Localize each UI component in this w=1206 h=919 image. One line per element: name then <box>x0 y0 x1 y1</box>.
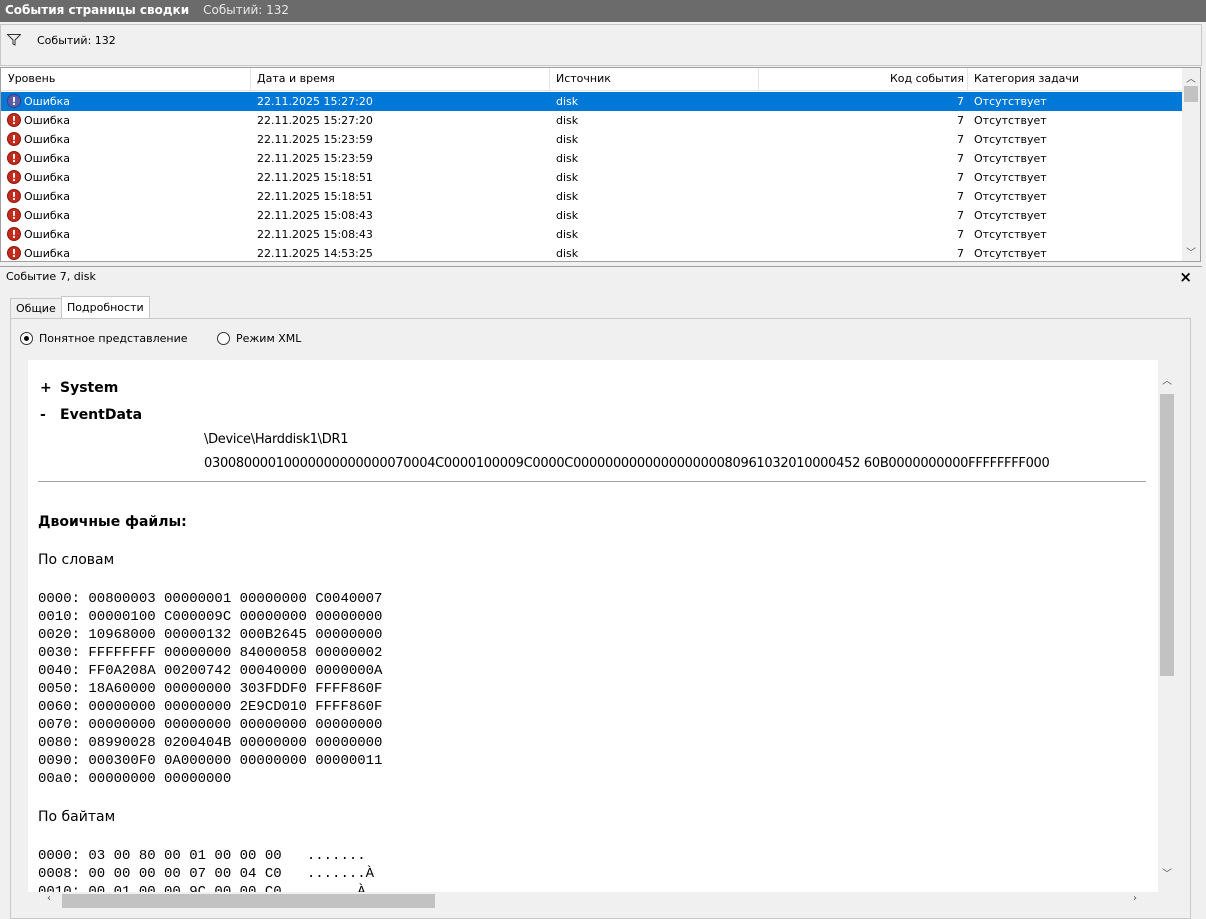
error-icon: ! <box>7 113 21 127</box>
cell-level: Ошибка <box>24 171 71 184</box>
table-row[interactable]: ! Ошибка 22.11.2025 15:27:20 disk 7 Отсу… <box>1 92 1182 111</box>
cell-date: 22.11.2025 15:18:51 <box>257 190 373 203</box>
bytes-dump: 0000: 03 00 80 00 01 00 00 00 ....... 00… <box>38 848 375 892</box>
error-icon: ! <box>7 189 21 203</box>
filter-icon[interactable] <box>7 34 21 46</box>
cell-date: 22.11.2025 14:53:25 <box>257 247 373 260</box>
events-table: Уровень Дата и время Источник Код событи… <box>0 67 1201 262</box>
cell-category: Отсутствует <box>974 133 1047 146</box>
cell-category: Отсутствует <box>974 152 1047 165</box>
cell-category: Отсутствует <box>974 171 1047 184</box>
table-header: Уровень Дата и время Источник Код событи… <box>1 68 1182 91</box>
error-icon: ! <box>7 170 21 184</box>
cell-date: 22.11.2025 15:08:43 <box>257 209 373 222</box>
cell-source: disk <box>556 114 579 127</box>
details-header: Событие 7, disk × <box>0 266 1202 288</box>
cell-level: Ошибка <box>24 95 71 108</box>
cell-date: 22.11.2025 15:27:20 <box>257 95 373 108</box>
details-vscrollbar[interactable]: ︿ ﹀ <box>1158 360 1176 892</box>
cell-source: disk <box>556 95 579 108</box>
eventdata-hex: 03008000010000000000000070004C0000100009… <box>204 456 1050 471</box>
by-bytes-label: По байтам <box>38 809 116 825</box>
table-row[interactable]: ! Ошибка 22.11.2025 15:27:20 disk 7 Отсу… <box>1 111 1182 130</box>
table-row[interactable]: ! Ошибка 22.11.2025 15:23:59 disk 7 Отсу… <box>1 130 1182 149</box>
title-bar: События страницы сводки Событий: 132 <box>0 0 1206 22</box>
error-icon: ! <box>7 227 21 241</box>
cell-code: 7 <box>957 209 964 222</box>
details-document: + System - EventData \Device\Harddisk1\DR1… <box>28 360 1158 892</box>
cell-source: disk <box>556 209 579 222</box>
table-row[interactable]: ! Ошибка 22.11.2025 15:18:51 disk 7 Отсу… <box>1 187 1182 206</box>
cell-source: disk <box>556 247 579 260</box>
node-eventdata[interactable]: - EventData <box>40 407 142 423</box>
cell-source: disk <box>556 152 579 165</box>
cell-code: 7 <box>957 114 964 127</box>
error-icon: ! <box>7 246 21 260</box>
tab-details[interactable]: Подробности <box>61 296 150 319</box>
cell-code: 7 <box>957 133 964 146</box>
cell-category: Отсутствует <box>974 209 1047 222</box>
cell-level: Ошибка <box>24 209 71 222</box>
cell-code: 7 <box>957 171 964 184</box>
col-date[interactable]: Дата и время <box>257 72 335 88</box>
cell-code: 7 <box>957 228 964 241</box>
error-icon: ! <box>7 208 21 222</box>
close-icon[interactable]: × <box>1179 268 1192 286</box>
binary-title: Двоичные файлы: <box>38 514 187 530</box>
cell-source: disk <box>556 133 579 146</box>
table-row[interactable]: ! Ошибка 22.11.2025 14:53:25 disk 7 Отсу… <box>1 244 1182 261</box>
cell-level: Ошибка <box>24 228 71 241</box>
title-name: События страницы сводки <box>5 3 190 17</box>
table-scrollbar[interactable]: ︿ ﹀ <box>1182 68 1200 261</box>
title-count: Событий: 132 <box>203 3 290 17</box>
cell-date: 22.11.2025 15:27:20 <box>257 114 373 127</box>
filter-bar: Событий: 132 <box>0 24 1202 66</box>
words-dump: 0000: 00800003 00000001 00000000 C004000… <box>38 591 383 787</box>
eventdata-device: \Device\Harddisk1\DR1 <box>204 432 349 447</box>
cell-date: 22.11.2025 15:18:51 <box>257 171 373 184</box>
error-icon: ! <box>7 94 21 108</box>
cell-source: disk <box>556 228 579 241</box>
cell-date: 22.11.2025 15:08:43 <box>257 228 373 241</box>
error-icon: ! <box>7 151 21 165</box>
details-title: Событие 7, disk <box>6 270 96 283</box>
radio-xml-view[interactable]: Режим XML <box>217 332 301 345</box>
cell-code: 7 <box>957 190 964 203</box>
error-icon: ! <box>7 132 21 146</box>
cell-date: 22.11.2025 15:23:59 <box>257 133 373 146</box>
cell-category: Отсутствует <box>974 228 1047 241</box>
cell-level: Ошибка <box>24 152 71 165</box>
cell-category: Отсутствует <box>974 95 1047 108</box>
table-row[interactable]: ! Ошибка 22.11.2025 15:08:43 disk 7 Отсу… <box>1 206 1182 225</box>
cell-code: 7 <box>957 95 964 108</box>
details-hscrollbar[interactable]: ‹ › <box>28 892 1158 910</box>
cell-category: Отсутствует <box>974 247 1047 260</box>
cell-category: Отсутствует <box>974 114 1047 127</box>
cell-code: 7 <box>957 152 964 165</box>
by-words-label: По словам <box>38 552 115 568</box>
col-source[interactable]: Источник <box>556 72 611 88</box>
col-code[interactable]: Код события <box>890 72 964 88</box>
col-level[interactable]: Уровень <box>8 72 55 88</box>
radio-friendly-view[interactable]: Понятное представление <box>20 332 188 345</box>
cell-level: Ошибка <box>24 133 71 146</box>
cell-level: Ошибка <box>24 190 71 203</box>
cell-code: 7 <box>957 247 964 260</box>
table-row[interactable]: ! Ошибка 22.11.2025 15:18:51 disk 7 Отсу… <box>1 168 1182 187</box>
cell-level: Ошибка <box>24 247 71 260</box>
cell-category: Отсутствует <box>974 190 1047 203</box>
cell-date: 22.11.2025 15:23:59 <box>257 152 373 165</box>
table-row[interactable]: ! Ошибка 22.11.2025 15:23:59 disk 7 Отсу… <box>1 149 1182 168</box>
cell-source: disk <box>556 171 579 184</box>
filter-count: Событий: 132 <box>37 34 116 47</box>
table-row[interactable]: ! Ошибка 22.11.2025 15:08:43 disk 7 Отсу… <box>1 225 1182 244</box>
node-system[interactable]: + System <box>40 380 118 396</box>
cell-level: Ошибка <box>24 114 71 127</box>
tab-general[interactable]: Общие <box>10 298 62 319</box>
cell-source: disk <box>556 190 579 203</box>
col-category[interactable]: Категория задачи <box>974 72 1079 88</box>
